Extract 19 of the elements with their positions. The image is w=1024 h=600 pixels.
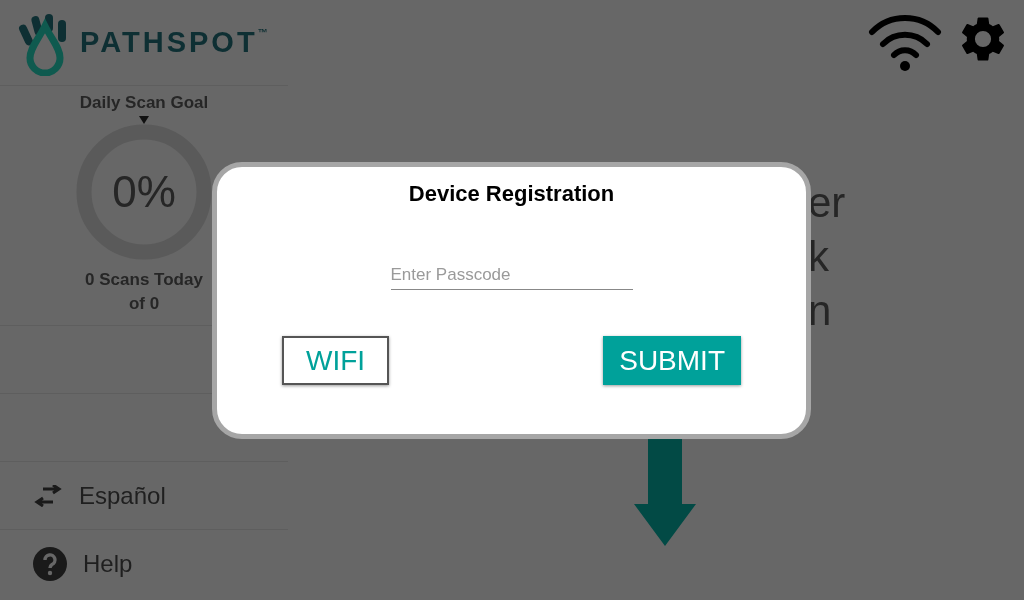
help-item[interactable]: Help	[0, 530, 288, 598]
dialog-title: Device Registration	[408, 180, 615, 208]
instruction-text: n	[808, 286, 833, 336]
scans-today: 0 Scans Today	[85, 268, 203, 291]
passcode-field[interactable]: Enter Passcode	[390, 260, 633, 290]
help-icon	[33, 547, 67, 581]
swap-arrows-icon	[33, 484, 63, 507]
wifi-icon[interactable]	[868, 12, 942, 72]
wifi-button[interactable]: WIFI	[282, 336, 390, 385]
scans-goal: of 0	[128, 292, 160, 315]
submit-button[interactable]: SUBMIT	[603, 336, 741, 385]
daily-goal-title: Daily Scan Goal	[79, 92, 209, 114]
instruction-text: k	[808, 232, 830, 282]
pointer-triangle-icon	[139, 115, 149, 124]
instruction-text: er	[808, 178, 846, 228]
logo-wordmark: PATHSPOT	[80, 24, 258, 60]
language-item[interactable]: Español	[0, 462, 288, 530]
trademark-sign: ™	[257, 25, 268, 38]
goal-percent: 0%	[112, 165, 176, 218]
